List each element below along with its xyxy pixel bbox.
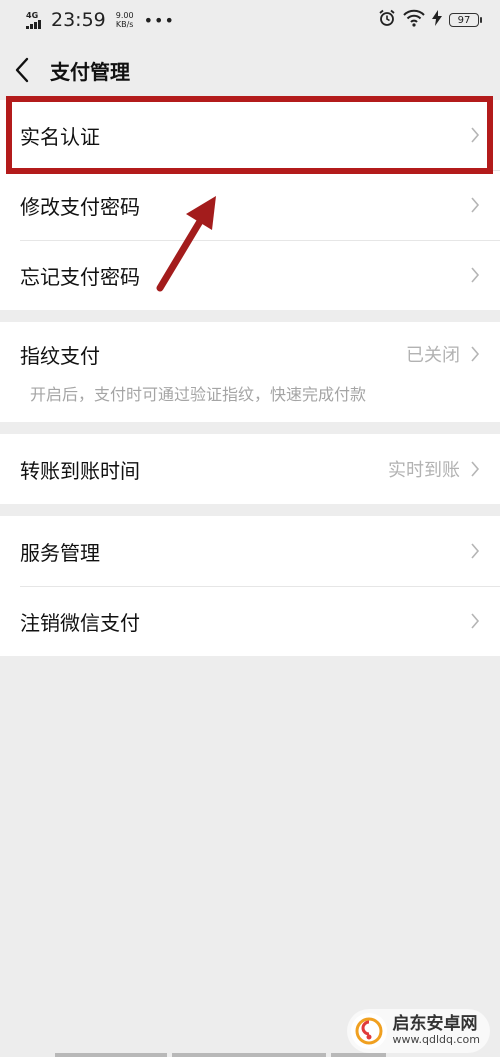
security-group: 实名认证 修改支付密码 忘记支付密码	[0, 100, 500, 310]
signal-icon: 4G	[26, 10, 41, 29]
chevron-right-icon	[471, 461, 480, 477]
deactivate-wechat-pay-row[interactable]: 注销微信支付	[0, 586, 500, 656]
real-name-verification-row[interactable]: 实名认证	[0, 100, 500, 170]
service-group: 服务管理 注销微信支付	[0, 516, 500, 656]
fingerprint-description: 开启后，支付时可通过验证指纹，快速完成付款	[30, 384, 367, 404]
more-notifications-icon: •••	[143, 10, 175, 30]
watermark-url: www.qdldq.com	[392, 1033, 480, 1047]
row-label: 注销微信支付	[20, 610, 140, 635]
row-label: 服务管理	[20, 540, 100, 565]
transfer-arrival-value: 实时到账	[388, 460, 460, 481]
battery-level: 97	[449, 13, 479, 27]
network-type: 4G	[26, 10, 39, 20]
row-label: 忘记支付密码	[20, 264, 140, 289]
alarm-icon	[378, 9, 396, 32]
transfer-group: 转账到账时间 实时到账	[0, 434, 500, 504]
fingerprint-status: 已关闭	[406, 345, 460, 366]
network-speed: 9.00 KB/s	[115, 11, 134, 29]
row-label: 实名认证	[20, 124, 100, 149]
battery-icon: 97	[449, 13, 482, 27]
watermark-logo-icon	[350, 1013, 387, 1049]
fingerprint-pay-row[interactable]: 指纹支付 已关闭 开启后，支付时可通过验证指纹，快速完成付款	[0, 322, 500, 422]
forgot-pay-password-row[interactable]: 忘记支付密码	[0, 240, 500, 310]
charging-icon	[432, 9, 442, 31]
chevron-right-icon	[471, 346, 480, 362]
chevron-right-icon	[471, 543, 480, 559]
clock: 23:59	[51, 9, 106, 31]
back-button[interactable]	[14, 55, 38, 85]
wifi-icon	[403, 9, 425, 32]
page-title: 支付管理	[50, 59, 130, 84]
fingerprint-group: 指纹支付 已关闭 开启后，支付时可通过验证指纹，快速完成付款	[0, 322, 500, 422]
watermark: 启东安卓网 www.qdldq.com	[346, 1009, 490, 1053]
chevron-right-icon	[471, 613, 480, 629]
service-management-row[interactable]: 服务管理	[0, 516, 500, 586]
change-pay-password-row[interactable]: 修改支付密码	[0, 170, 500, 240]
row-label: 转账到账时间	[20, 458, 140, 483]
watermark-title: 启东安卓网	[392, 1014, 478, 1035]
row-label: 指纹支付	[20, 343, 100, 368]
status-bar: 4G 23:59 9.00 KB/s ••• 97	[0, 0, 500, 40]
transfer-arrival-time-row[interactable]: 转账到账时间 实时到账	[0, 434, 500, 504]
chevron-right-icon	[471, 197, 480, 213]
nav-bar: 支付管理	[0, 40, 500, 100]
row-label: 修改支付密码	[20, 194, 140, 219]
chevron-right-icon	[471, 127, 480, 143]
chevron-left-icon	[15, 57, 29, 83]
chevron-right-icon	[471, 267, 480, 283]
